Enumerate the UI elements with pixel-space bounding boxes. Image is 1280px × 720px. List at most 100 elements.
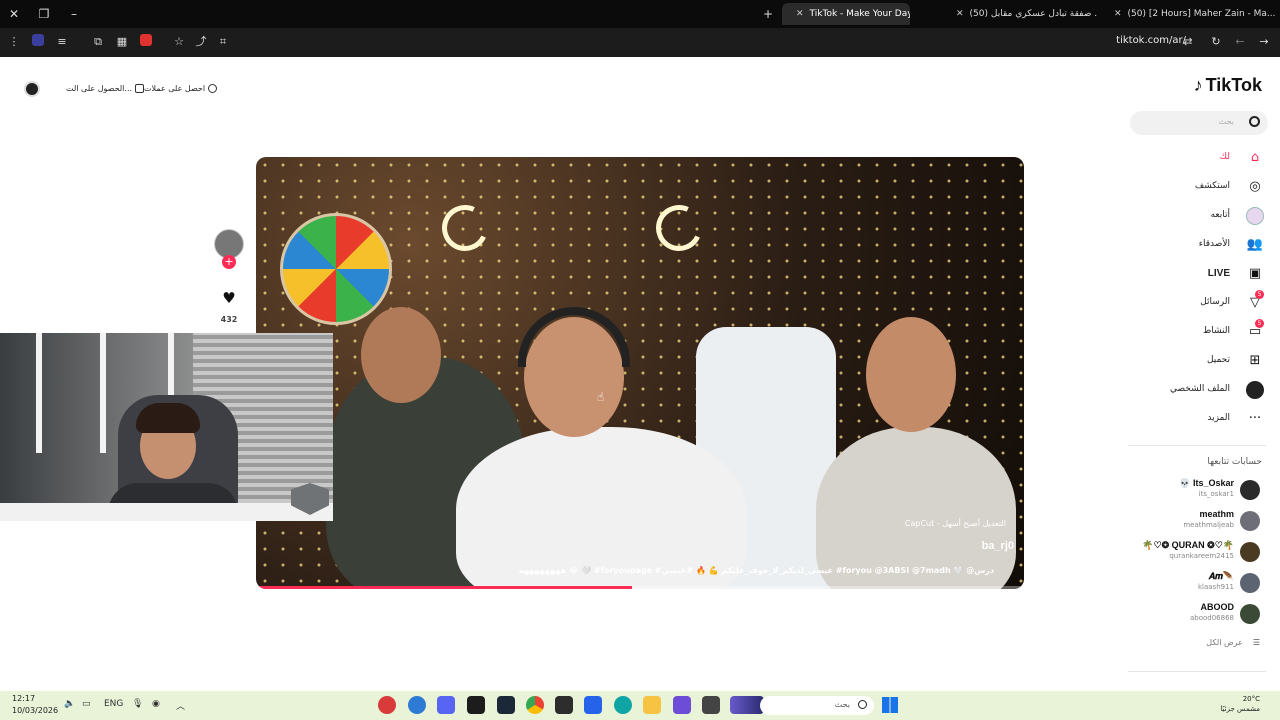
nav-activity[interactable]: النشاط ▭ 5 (1126, 319, 1266, 343)
file-explorer-icon[interactable] (643, 696, 661, 714)
volume-icon[interactable]: 🔈 (64, 699, 75, 709)
screenshot-icon[interactable]: ⌗ (215, 34, 231, 50)
back-icon[interactable]: → (1256, 34, 1272, 50)
close-tab-icon[interactable]: ✕ (796, 3, 804, 25)
show-hidden-icons-chevron-icon[interactable]: ︿ (176, 699, 185, 712)
store-icon[interactable] (584, 696, 602, 714)
forward-icon[interactable]: ← (1232, 34, 1248, 50)
close-tab-icon[interactable]: ✕ (956, 3, 964, 25)
account-avatar (1240, 542, 1260, 562)
site-settings-icon[interactable]: ⇄ (1180, 34, 1196, 50)
tab-youtube-1[interactable]: ✕ (50) صفقة تبادل عسكري مقابل ... (942, 3, 1097, 25)
menu-dots-icon[interactable]: ⋮ (6, 34, 22, 50)
nav-messages[interactable]: الرسائل ▽ 5 (1126, 290, 1266, 314)
taskbar-app-icon[interactable] (378, 696, 396, 714)
person-left-head (361, 307, 441, 403)
share-icon[interactable]: ⤴ (193, 34, 209, 50)
nvidia-icon[interactable] (467, 696, 485, 714)
tab-youtube-2[interactable]: ✕ (50) [2 Hours] Maher Zain - Ma... (1100, 3, 1278, 25)
nav-more[interactable]: المزيد ··· (1126, 408, 1266, 430)
get-coins-link[interactable]: احصل على عملات (144, 84, 218, 93)
weather-widget[interactable]: 20°C مشمس جزئيًا (1220, 694, 1260, 714)
like-heart-icon[interactable]: ♥ (218, 287, 240, 309)
nav-label: لك (1219, 152, 1230, 162)
tray-app-icon[interactable]: ◉ (152, 699, 160, 709)
reload-icon[interactable]: ↻ (1208, 34, 1224, 50)
minimize-window-icon[interactable]: – (66, 6, 82, 22)
discord-icon[interactable] (437, 696, 455, 714)
video-caption[interactable]: ههههههههه 😂 🤍 #foryoupage #عيسى_لديكم_لا… (519, 566, 994, 575)
extension-shield-icon[interactable] (30, 34, 46, 50)
nav-profile[interactable]: الملف الشخصي (1126, 379, 1266, 401)
windows-start-icon[interactable] (882, 697, 898, 713)
edge-icon[interactable] (614, 696, 632, 714)
person-right (816, 427, 1016, 589)
video-author-username[interactable]: ba_rj0 (982, 540, 1014, 552)
url-text[interactable]: tiktok.com/ar/ (1116, 35, 1186, 46)
terminal-icon[interactable] (555, 696, 573, 714)
search-icon[interactable] (1249, 116, 1260, 127)
clock[interactable]: 12:17 10/03/2026 (12, 693, 58, 717)
follow-plus-button[interactable]: + (222, 255, 236, 269)
taskbar-app-icon[interactable] (673, 696, 691, 714)
bookmark-star-icon[interactable]: ☆ (171, 34, 187, 50)
followed-account[interactable]: 🌴♡❂ QURAN ❂♡🌴 qurankareem2415 (1110, 539, 1260, 565)
steam-icon[interactable] (497, 696, 515, 714)
new-tab-icon[interactable]: + (760, 6, 776, 22)
tiktok-logo[interactable]: ♪ TikTok (1194, 75, 1262, 96)
followed-account[interactable]: ABOOD abood06868 (1110, 601, 1260, 627)
extensions-icon[interactable]: ⧉ (90, 34, 106, 50)
account-name: 🌴♡❂ QURAN ❂♡🌴 (1142, 540, 1234, 550)
nav-following[interactable]: أتابعه (1126, 205, 1266, 227)
see-all-link[interactable]: عرض الكل ☰ (1206, 638, 1260, 647)
language-indicator[interactable]: ENG (104, 699, 123, 709)
followed-account[interactable]: meathm meathmaljeab (1110, 508, 1260, 534)
video-progress-fill (256, 586, 633, 589)
wall-light (36, 333, 42, 453)
account-handle: abood06868 (1189, 614, 1234, 622)
user-avatar[interactable] (24, 81, 40, 97)
nav-label: استكشف (1194, 181, 1230, 191)
account-handle: klaash911 (1197, 583, 1234, 591)
chrome-icon[interactable] (526, 696, 544, 714)
close-window-icon[interactable]: ✕ (6, 6, 22, 22)
taskbar-app-icon[interactable] (408, 696, 426, 714)
nav-upload[interactable]: تحميل ⊞ (1126, 350, 1266, 372)
microphone-icon[interactable]: 🎙 (132, 699, 143, 709)
taskbar-search-placeholder: بحث (834, 700, 850, 709)
followed-account[interactable]: 𝑨𝒎🪶 klaash911 (1110, 570, 1260, 596)
close-tab-icon[interactable]: ✕ (1114, 3, 1122, 25)
nav-explore[interactable]: استكشف ◎ (1126, 176, 1266, 198)
network-icon[interactable]: ▭ (82, 699, 91, 709)
webcam-overlay (0, 333, 333, 521)
taskbar-app-icon[interactable] (702, 696, 720, 714)
live-icon: ▣ (1248, 266, 1262, 281)
messages-badge: 5 (1255, 290, 1264, 299)
adblock-icon[interactable] (138, 34, 154, 50)
like-count: 432 (220, 315, 238, 324)
account-name: meathm (1199, 509, 1234, 519)
search-highlight-image[interactable] (730, 696, 764, 714)
taskbar-search-input[interactable]: بحث (760, 696, 874, 715)
torn-paper-edge (0, 503, 333, 521)
nav-for-you[interactable]: لك ⌂ (1126, 147, 1266, 169)
search-placeholder: بحث (1218, 117, 1234, 126)
restore-window-icon[interactable]: ❐ (36, 6, 52, 22)
nav-live[interactable]: LIVE ▣ (1126, 263, 1266, 285)
video-player[interactable]: CapCut - التعديل أصبح أسهل ba_rj0 هههههه… (256, 157, 1024, 589)
video-progress-bar[interactable] (256, 586, 1024, 589)
friends-icon: 👥 (1246, 237, 1264, 252)
get-app-link[interactable]: الحصول على الت... (66, 84, 145, 93)
phone-icon (135, 84, 145, 93)
account-name: 𝑨𝒎🪶 (1208, 571, 1234, 581)
coin-icon (208, 84, 218, 93)
search-input[interactable]: بحث (1130, 111, 1268, 135)
extension-grid-icon[interactable]: ▦ (114, 34, 130, 50)
extension-icon[interactable]: ≡ (54, 34, 70, 50)
followed-account[interactable]: 💀 Its_Oskar its_oskar1 (1110, 477, 1260, 503)
compass-icon: ◎ (1249, 179, 1261, 194)
upload-icon: ⊞ (1249, 353, 1261, 368)
tab-tiktok[interactable]: ✕ TikTok - Make Your Day (782, 3, 910, 25)
person-center (456, 427, 746, 589)
nav-friends[interactable]: الأصدقاء 👥 (1126, 234, 1266, 256)
